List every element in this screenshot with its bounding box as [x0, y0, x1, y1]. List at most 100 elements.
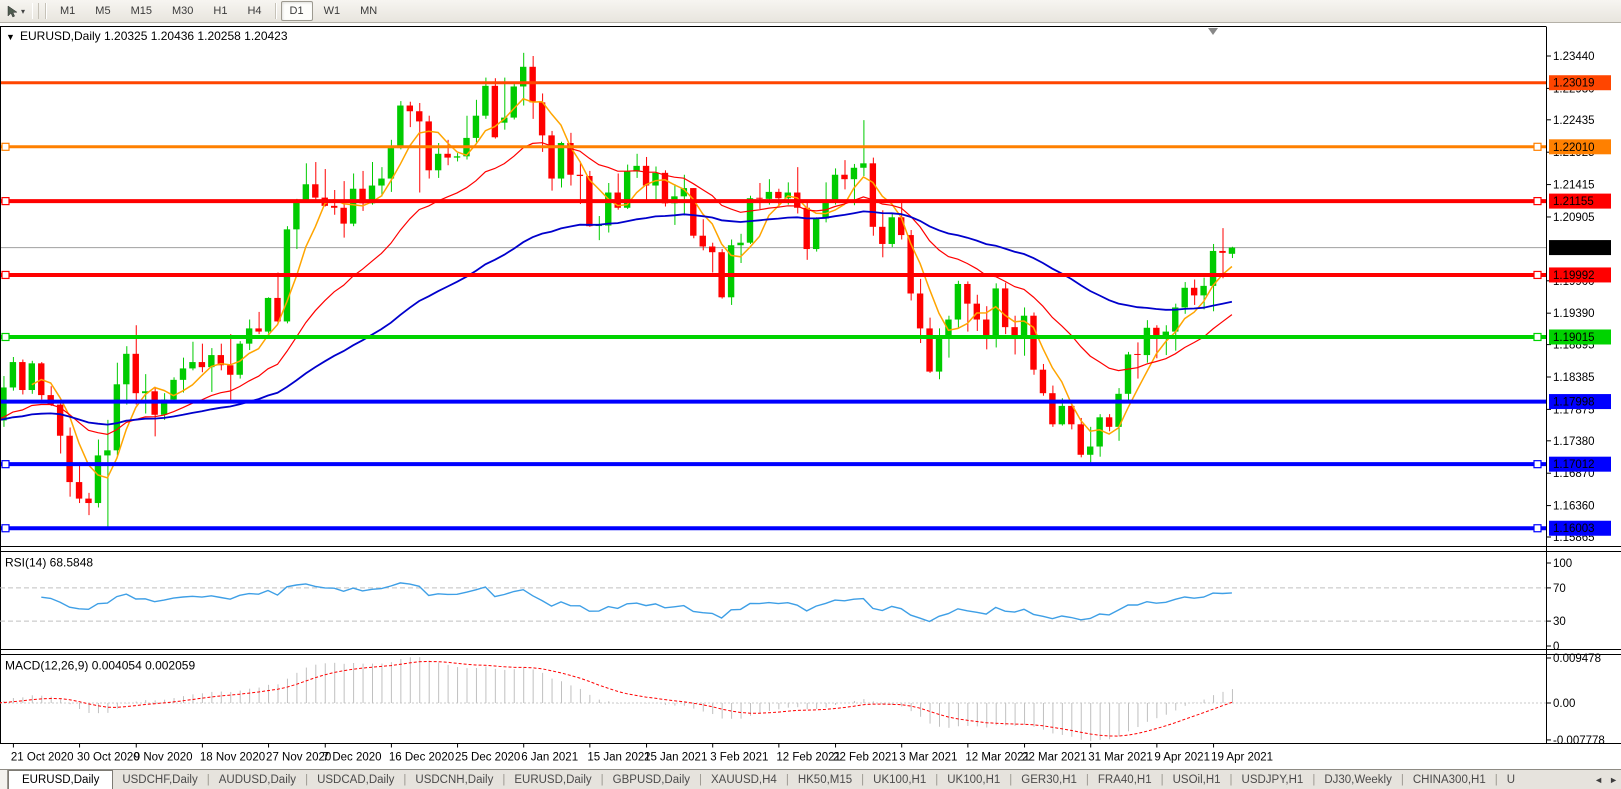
price-tick-label: 1.17380	[1553, 436, 1595, 448]
symbol-tab-17[interactable]: U	[1498, 770, 1524, 789]
horizontal-price-lines	[0, 81, 1546, 533]
chart-tab-bar: EURUSD,Daily USDCHF,Daily | AUDUSD,Daily | US…	[0, 769, 1621, 789]
price-tick-label: 1.21415	[1553, 180, 1595, 192]
chart-title: ▼ EURUSD,Daily 1.20325 1.20436 1.20258 1.…	[6, 29, 288, 43]
timeframe-button-h4[interactable]: H4	[238, 1, 270, 21]
hline-price-label: 1.23019	[1553, 78, 1595, 90]
chart-window: ▼ EURUSD,Daily 1.20325 1.20436 1.20258 1.…	[0, 23, 1621, 769]
date-tick-label: 3 Mar 2021	[899, 752, 957, 764]
price-tick-label: 1.20905	[1553, 212, 1595, 224]
scroll-tabs-right-icon[interactable]: ►	[1609, 771, 1618, 789]
hline-price-label: 1.21155	[1553, 196, 1594, 208]
rsi-panel: RSI(14) 68.5848 100 70 30 0	[0, 556, 1572, 653]
hline-handle[interactable]	[1533, 332, 1542, 342]
collapse-icon: ▼	[6, 32, 15, 42]
date-tick-label: 16 Dec 2020	[389, 752, 454, 764]
hline-handle[interactable]	[1533, 524, 1542, 533]
tab-scrollers: ◄ ►	[1591, 770, 1621, 789]
slow-ma-line	[0, 210, 1233, 426]
timeframe-button-m30[interactable]: M30	[163, 1, 202, 21]
hline-handle[interactable]	[1, 332, 10, 342]
tab-stub	[0, 770, 8, 789]
symbol-tab-9[interactable]: UK100,H1	[864, 770, 935, 789]
hline-price-label: 1.19015	[1553, 332, 1595, 344]
chevron-down-icon[interactable]: ▾	[21, 7, 25, 16]
rsi-scale-label: 100	[1553, 558, 1572, 570]
date-tick-label: 9 Apr 2021	[1154, 752, 1210, 764]
date-tick-label: 12 Mar 2021	[965, 752, 1030, 764]
hline-price-label: 1.22010	[1553, 142, 1595, 154]
rsi-scale-label: 0	[1553, 641, 1559, 653]
macd-scale-label: -0.007778	[1553, 735, 1605, 747]
date-tick-label: 25 Dec 2020	[455, 752, 520, 764]
hline-handle[interactable]	[1533, 196, 1542, 206]
symbol-tab-13[interactable]: USOil,H1	[1164, 770, 1230, 789]
toolbar-grip	[32, 3, 40, 19]
symbol-tab-11[interactable]: GER30,H1	[1012, 770, 1086, 789]
hline-handle[interactable]	[1, 142, 10, 151]
date-tick-label: 21 Oct 2020	[11, 752, 74, 764]
symbol-tab-7[interactable]: XAUUSD,H4	[702, 770, 786, 789]
price-tick-label: 1.19390	[1553, 308, 1595, 320]
hline-price-label: 1.16003	[1553, 523, 1595, 535]
rsi-label: RSI(14) 68.5848	[5, 556, 93, 570]
macd-scale-label: 0.009478	[1553, 653, 1601, 665]
candlestick-series	[0, 52, 1236, 527]
date-tick-label: 27 Nov 2020	[266, 752, 331, 764]
cursor-tool-button[interactable]: ▾	[0, 5, 29, 18]
timeframe-button-mn[interactable]: MN	[351, 1, 386, 21]
symbol-tab-0[interactable]: EURUSD,Daily	[8, 770, 114, 789]
date-tick-label: 31 Mar 2021	[1088, 752, 1153, 764]
current-price-label: 1.20423	[1553, 243, 1595, 255]
symbol-tab-1[interactable]: USDCHF,Daily	[113, 770, 206, 789]
date-tick-label: 15 Jan 2021	[587, 752, 650, 764]
hline-handle[interactable]	[1, 460, 10, 469]
symbol-tab-15[interactable]: DJ30,Weekly	[1315, 770, 1401, 789]
timeframe-button-m1[interactable]: M1	[51, 1, 84, 21]
rsi-scale-label: 30	[1553, 616, 1566, 628]
toolbar-separator	[274, 3, 277, 19]
price-tick-label: 1.22435	[1553, 115, 1595, 127]
symbol-tab-12[interactable]: FRA40,H1	[1089, 770, 1161, 789]
timeframe-button-d1[interactable]: D1	[280, 1, 313, 21]
date-tick-label: 6 Jan 2021	[521, 752, 578, 764]
timeframe-button-h1[interactable]: H1	[204, 1, 236, 21]
hline-price-label: 1.17012	[1553, 459, 1595, 471]
symbol-tab-3[interactable]: USDCAD,Daily	[308, 770, 403, 789]
date-tick-label: 30 Oct 2020	[77, 752, 140, 764]
symbol-tab-2[interactable]: AUDUSD,Daily	[210, 770, 305, 789]
date-tick-label: 7 Dec 2020	[323, 752, 382, 764]
date-tick-label: 9 Nov 2020	[134, 752, 193, 764]
tabs-holder: EURUSD,Daily USDCHF,Daily | AUDUSD,Daily | US…	[8, 770, 1524, 789]
symbol-tab-5[interactable]: EURUSD,Daily	[505, 770, 600, 789]
timeframe-button-w1[interactable]: W1	[315, 1, 350, 21]
hline-handle[interactable]	[1, 524, 10, 533]
symbol-tab-10[interactable]: UK100,H1	[938, 770, 1009, 789]
symbol-tab-4[interactable]: USDCNH,Daily	[406, 770, 502, 789]
rsi-scale-label: 70	[1553, 583, 1566, 595]
timeframe-button-m15[interactable]: M15	[122, 1, 161, 21]
date-tick-label: 22 Mar 2021	[1022, 752, 1087, 764]
date-tick-label: 25 Jan 2021	[644, 752, 707, 764]
price-tick-label: 1.16360	[1553, 501, 1595, 513]
top-toolbar: ▾ M1 M5 M15 M30 H1 H4 D1 W1 MN	[0, 0, 1621, 23]
scroll-tabs-left-icon[interactable]: ◄	[1594, 771, 1603, 789]
chart-shift-marker	[1208, 28, 1218, 35]
symbol-tab-8[interactable]: HK50,M15	[789, 770, 861, 789]
symbol-tab-16[interactable]: CHINA300,H1	[1404, 770, 1495, 789]
chart-canvas[interactable]: ▼ EURUSD,Daily 1.20325 1.20436 1.20258 1.…	[0, 23, 1621, 769]
hline-handle[interactable]	[1, 270, 10, 280]
symbol-tab-14[interactable]: USDJPY,H1	[1233, 770, 1313, 789]
hline-handle[interactable]	[1533, 460, 1542, 469]
medium-ma-line	[0, 142, 1233, 436]
hline-handle[interactable]	[1533, 270, 1542, 280]
rsi-line	[41, 582, 1232, 623]
moving-average-lines	[0, 97, 1233, 479]
timeframe-button-m5[interactable]: M5	[86, 1, 119, 21]
hline-handle[interactable]	[1, 196, 10, 206]
date-tick-label: 18 Nov 2020	[200, 752, 265, 764]
date-tick-label: 3 Feb 2021	[710, 752, 768, 764]
macd-panel: MACD(12,26,9) 0.004054 0.002059 0.009478 0…	[0, 653, 1605, 747]
symbol-tab-6[interactable]: GBPUSD,Daily	[604, 770, 699, 789]
hline-handle[interactable]	[1533, 142, 1542, 151]
